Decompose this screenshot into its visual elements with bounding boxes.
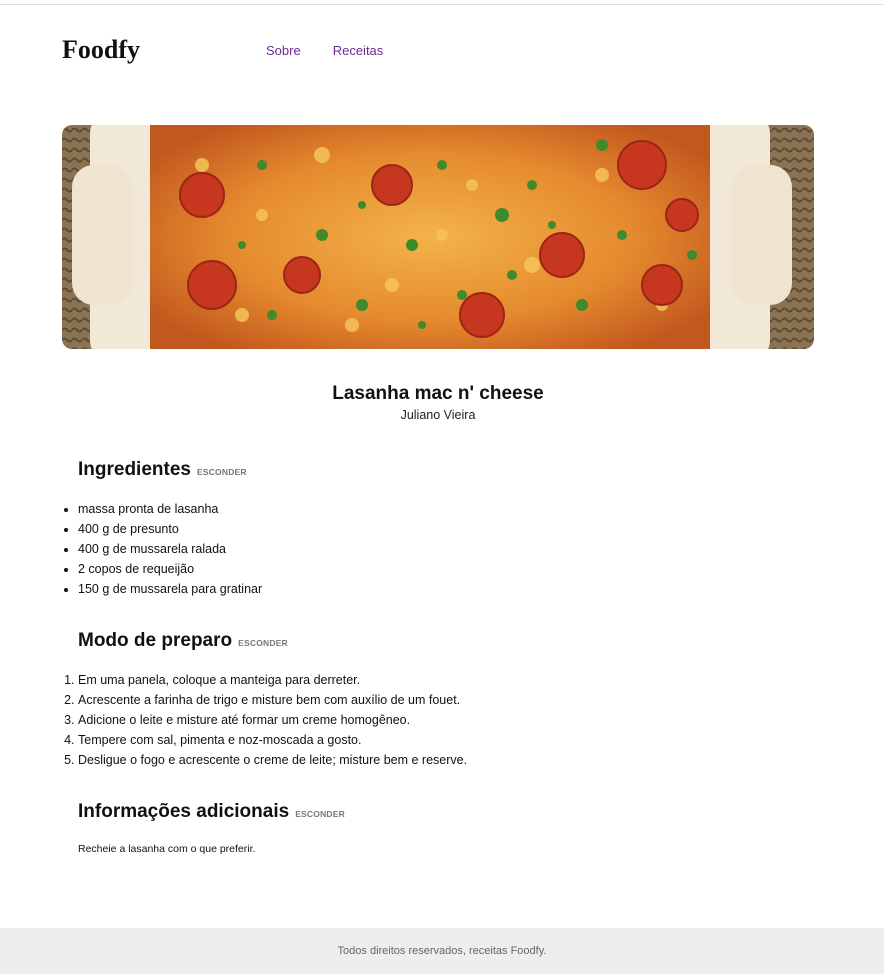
info-toggle[interactable]: ESCONDER (295, 809, 345, 819)
preparation-steps: Em uma panela, coloque a manteiga para d… (78, 670, 822, 770)
list-item: 400 g de mussarela ralada (78, 539, 822, 559)
ingredients-toggle[interactable]: ESCONDER (197, 467, 247, 477)
list-item: 400 g de presunto (78, 519, 822, 539)
list-item: 2 copos de requeijão (78, 559, 822, 579)
site-logo[interactable]: Foodfy (62, 35, 266, 65)
info-section: Informações adicionais ESCONDER Recheie … (62, 801, 822, 855)
preparation-section: Modo de preparo ESCONDER Em uma panela, … (62, 630, 822, 770)
list-item: Em uma panela, coloque a manteiga para d… (78, 670, 822, 690)
list-item: Tempere com sal, pimenta e noz-moscada a… (78, 730, 822, 750)
recipe-header: Lasanha mac n' cheese Juliano Vieira (62, 383, 814, 422)
preparation-title: Modo de preparo (78, 630, 233, 651)
info-text: Recheie a lasanha com o que preferir. (78, 843, 256, 855)
recipe-hero-image (62, 125, 814, 349)
main-nav: Sobre Receitas (266, 43, 383, 58)
info-title: Informações adicionais (78, 801, 290, 822)
list-item: Adicione o leite e misture até formar um… (78, 710, 822, 730)
top-divider (0, 4, 884, 5)
list-item: Desligue o fogo e acrescente o creme de … (78, 750, 822, 770)
recipe-author: Juliano Vieira (400, 408, 476, 422)
list-item: massa pronta de lasanha (78, 499, 822, 519)
list-item: Acrescente a farinha de trigo e misture … (78, 690, 822, 710)
info-heading: Informações adicionais ESCONDER (78, 801, 822, 823)
footer-text: Todos direitos reservados, receitas Food… (337, 945, 547, 957)
list-item: 150 g de mussarela para gratinar (78, 579, 822, 599)
preparation-heading: Modo de preparo ESCONDER (78, 630, 822, 652)
site-header: Foodfy Sobre Receitas (62, 30, 383, 70)
recipe-title: Lasanha mac n' cheese (332, 383, 544, 404)
ingredients-title: Ingredientes (78, 459, 191, 480)
ingredients-section: Ingredientes ESCONDER massa pronta de la… (62, 459, 822, 599)
recipe-photo-icon (62, 125, 814, 349)
preparation-toggle[interactable]: ESCONDER (238, 638, 288, 648)
nav-link-sobre[interactable]: Sobre (266, 43, 301, 58)
site-footer: Todos direitos reservados, receitas Food… (0, 928, 884, 974)
ingredients-heading: Ingredientes ESCONDER (78, 459, 822, 481)
nav-link-receitas[interactable]: Receitas (333, 43, 384, 58)
ingredients-list: massa pronta de lasanha 400 g de presunt… (78, 499, 822, 599)
